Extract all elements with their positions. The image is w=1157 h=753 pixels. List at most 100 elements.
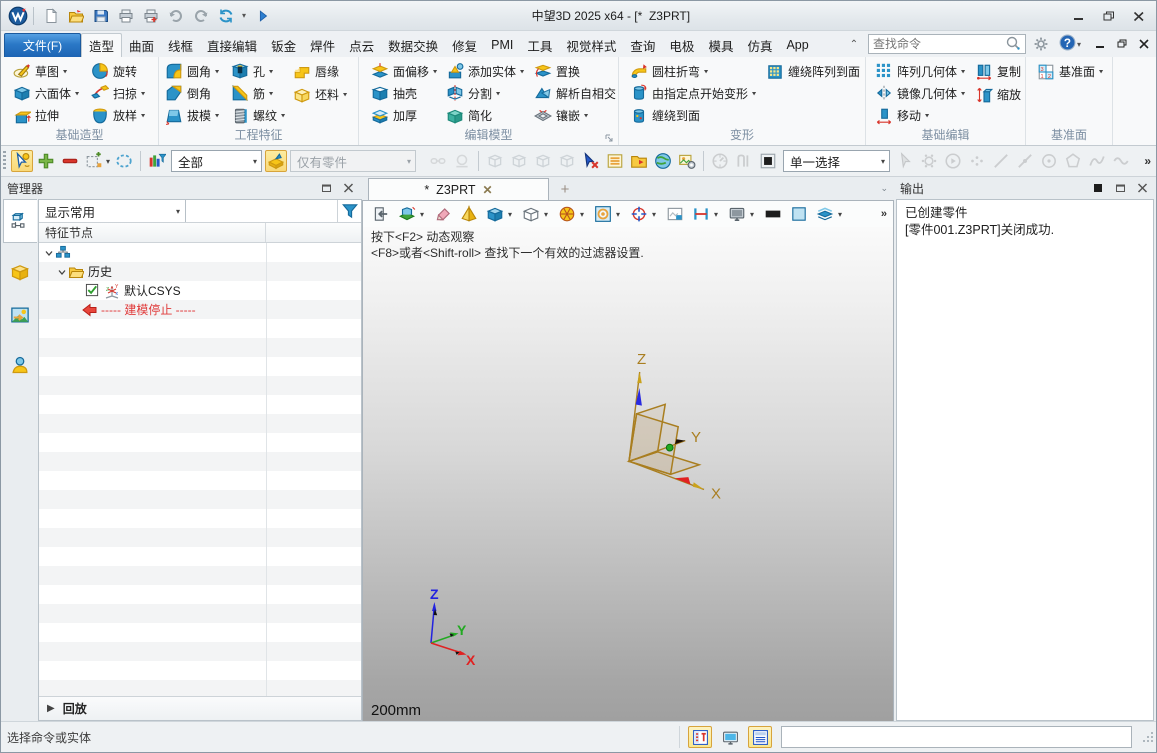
tab-close-icon[interactable]: ✕ (483, 183, 493, 197)
canvas-render-mode-button[interactable] (394, 203, 420, 225)
ribbon-item-圆柱折弯[interactable]: 圆柱折弯 ▾ (630, 60, 766, 82)
manager-close-icon[interactable] (340, 181, 356, 195)
st-doc-toggle[interactable] (748, 726, 772, 748)
manager-float-icon[interactable] (318, 181, 334, 195)
ribbon-tab-1[interactable]: 曲面 (122, 33, 161, 57)
line-gray-button[interactable] (990, 150, 1012, 172)
iso1-gray-button[interactable] (484, 150, 506, 172)
linept-gray-button[interactable] (1014, 150, 1036, 172)
ribbon-tab-9[interactable]: PMI (484, 33, 520, 57)
ribbon-item-添加实体[interactable]: 添加实体 ▾ (446, 60, 534, 82)
poly-gray-button[interactable] (1062, 150, 1084, 172)
canvas-pyramid-button[interactable] (456, 203, 482, 225)
gear-img-button[interactable] (676, 150, 698, 172)
canvas-hbar-button[interactable] (688, 203, 714, 225)
canvas-cube-wire-button[interactable] (518, 203, 544, 225)
chevron-down-icon[interactable]: ▾ (838, 210, 848, 219)
gear-dot-gray-button[interactable] (918, 150, 940, 172)
chevron-down-icon[interactable] (43, 247, 55, 259)
qat-customize-caret[interactable]: ▾ (238, 4, 250, 28)
compass-gray-button[interactable] (709, 150, 731, 172)
ribbon-item-螺纹[interactable]: 螺纹 ▾ (231, 105, 293, 127)
ribbon-tab-6[interactable]: 点云 (342, 33, 381, 57)
doc-minimize-button[interactable] (1092, 36, 1108, 52)
ribbon-tab-12[interactable]: 查询 (623, 33, 662, 57)
ribbon-item-镶嵌[interactable]: 镶嵌 ▾ (534, 105, 616, 127)
chevron-down-icon[interactable]: ▾ (714, 210, 724, 219)
tree-row-默认CSYS[interactable]: Y Zx 默认CSYS (39, 281, 361, 300)
chevron-down-icon[interactable]: ▾ (544, 210, 554, 219)
window-close-button[interactable] (1128, 7, 1150, 25)
list-yellow-button[interactable] (604, 150, 626, 172)
cursor-rb-button[interactable] (580, 150, 602, 172)
chevron-down-icon[interactable]: ▾ (580, 210, 590, 219)
chevron-down-icon[interactable]: ▾ (616, 210, 626, 219)
help-icon[interactable]: ? ▾ (1056, 33, 1084, 55)
ribbon-item-缠绕到面[interactable]: 缠绕到面 (630, 105, 766, 127)
ribbon-tab-8[interactable]: 修复 (445, 33, 484, 57)
ribbon-item-圆角[interactable]: 圆角 ▾ (165, 60, 231, 82)
ncurve-gray-button[interactable] (733, 150, 755, 172)
qat-doc-new-button[interactable] (38, 4, 63, 28)
toolbar-overflow-icon[interactable]: » (1144, 154, 1151, 168)
replay-expand-icon[interactable]: ▶ (47, 703, 55, 714)
ribbon-item-草图[interactable]: 草图 ▾ (13, 60, 91, 82)
manager-tab-mgr-shape[interactable] (3, 260, 37, 284)
document-tab[interactable]: * Z3PRT ✕ (368, 178, 549, 200)
ribbon-tab-11[interactable]: 视觉样式 (559, 33, 623, 57)
iso1-gray-button[interactable] (556, 150, 578, 172)
tree-header-feature-node[interactable]: 特征节点 (39, 223, 266, 242)
iso1-gray-button[interactable] (508, 150, 530, 172)
qat-folder-open-button[interactable] (63, 4, 88, 28)
ribbon-item-抽壳[interactable]: 抽壳 (371, 82, 446, 104)
lasso-button[interactable] (113, 150, 135, 172)
canvas-black-rect-button[interactable] (760, 203, 786, 225)
ribbon-item-置换[interactable]: 置换 (534, 60, 616, 82)
app-logo[interactable] (5, 4, 31, 28)
ribbon-item-放样[interactable]: 放样 ▾ (91, 105, 145, 127)
ribbon-item-镜像几何体[interactable]: 镜像几何体 ▾ (875, 82, 975, 104)
pick-mode-combobox[interactable]: 单一选择 ▾ (783, 150, 891, 172)
ribbon-item-唇缘[interactable]: 唇缘 (293, 60, 347, 83)
ribbon-item-复制[interactable]: 复制 (975, 60, 1021, 83)
ribbon-item-加厚[interactable]: 加厚 (371, 105, 446, 127)
resize-grip[interactable] (1142, 731, 1154, 743)
dots-gray-button[interactable] (966, 150, 988, 172)
ribbon-tab-2[interactable]: 线框 (161, 33, 200, 57)
tab-overflow-icon[interactable]: ⌄ (880, 183, 888, 194)
qat-play-button[interactable] (250, 4, 275, 28)
ribbon-item-分割[interactable]: 分割 ▾ (446, 82, 534, 104)
tree-filter-input[interactable] (186, 200, 338, 222)
ribbon-item-筋[interactable]: 筋 ▾ (231, 82, 293, 104)
qat-printer-plus-button[interactable] (138, 4, 163, 28)
ribbon-item-拔模[interactable]: 拔模 ▾ (165, 105, 231, 127)
st-monitor-toggle[interactable] (718, 726, 742, 748)
canvas-circle-box-button[interactable] (590, 203, 616, 225)
output-options-icon[interactable] (1090, 181, 1106, 195)
tree-header-col2[interactable] (266, 223, 361, 242)
manager-tab-mgr-image[interactable] (3, 303, 37, 327)
iso1-gray-button[interactable] (532, 150, 554, 172)
filter-all-combobox[interactable]: 全部 ▾ (171, 150, 263, 172)
select-arrow-button[interactable] (11, 150, 33, 172)
spline-gray-button[interactable] (1086, 150, 1108, 172)
ribbon-tab-14[interactable]: 模具 (701, 33, 740, 57)
ribbon-item-倒角[interactable]: 倒角 (165, 82, 231, 104)
ribbon-item-基准面[interactable]: 3 1 2 基准面 ▾ (1037, 60, 1103, 83)
ribbon-item-缠绕阵列到面[interactable]: 缠绕阵列到面 (766, 60, 860, 83)
canvas-monitor-button[interactable] (724, 203, 750, 225)
chevron-down-icon[interactable]: ▾ (106, 157, 110, 166)
window-minimize-button[interactable] (1068, 7, 1090, 25)
ribbon-item-缩放[interactable]: 缩放 (975, 83, 1021, 106)
output-close-icon[interactable] (1134, 181, 1150, 195)
link-gray-button[interactable] (427, 150, 449, 172)
checkbox-checked-icon[interactable] (84, 283, 100, 299)
chevron-down-icon[interactable]: ▾ (508, 210, 518, 219)
ribbon-item-解析自相交[interactable]: 解析自相交 (534, 82, 616, 104)
show-common-combobox[interactable]: 显示常用 ▾ (39, 200, 186, 222)
qat-refresh-button[interactable] (213, 4, 238, 28)
ribbon-item-六面体[interactable]: 六面体 ▾ (13, 82, 91, 104)
tree-row------ 建模停止 -----[interactable]: ----- 建模停止 ----- (39, 300, 361, 319)
ribbon-item-孔[interactable]: 孔 ▾ (231, 60, 293, 82)
ribbon-tab-15[interactable]: 仿真 (740, 33, 779, 57)
